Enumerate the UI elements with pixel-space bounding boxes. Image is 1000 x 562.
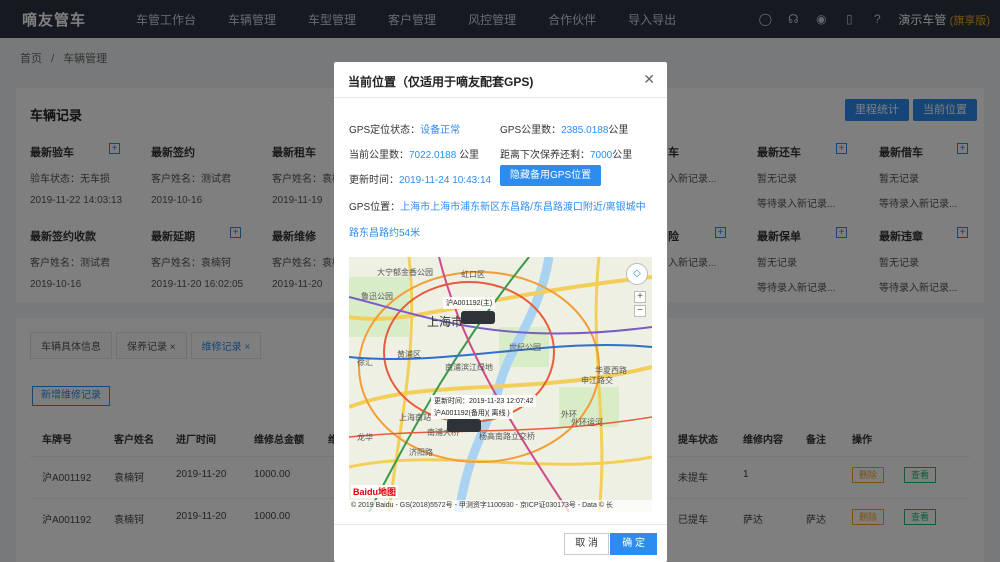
map-poi: 黄浦区: [397, 350, 421, 359]
gps-address: GPS位置：上海市上海市浦东新区东昌路/东昌路渡口附近/离银城中路东昌路约54米: [349, 195, 654, 247]
cancel-button[interactable]: 取 消: [564, 533, 609, 555]
current-mileage-label: 当前公里数：: [349, 150, 409, 161]
map-poi: 大宁郁金香公园: [377, 268, 433, 277]
vehicle-backup-label: 沪A001192(备用)( 离线 ): [431, 407, 513, 419]
update-time: 更新时间：2019-11-24 10:43:14: [349, 171, 491, 186]
zoom-out-icon[interactable]: −: [634, 305, 646, 317]
map-poi: 上海南站: [399, 413, 431, 422]
modal-title: 当前位置（仅适用于嘀友配套GPS): [334, 62, 667, 98]
confirm-button[interactable]: 确 定: [610, 533, 657, 555]
vehicle-backup-time: 更新时间：2019-11-23 12:07:42: [431, 395, 537, 407]
map-poi: 外环运河: [571, 418, 603, 427]
close-icon[interactable]: ✕: [643, 71, 655, 88]
next-service-value: 7000: [590, 150, 613, 161]
map-city-label: 上海市: [427, 315, 464, 329]
map-poi: 南浦滨江绿地: [445, 363, 493, 372]
gps-address-label: GPS位置：: [349, 202, 401, 213]
km-unit: 公里: [459, 150, 480, 161]
map-copyright: © 2019 Baidu - GS(2018)5572号 - 甲测资字11009…: [349, 500, 652, 512]
gps-status-value: 设备正常: [420, 125, 461, 136]
gps-mileage: GPS公里数：2385.0188公里: [500, 121, 628, 136]
baidu-map-logo: Baidu地图: [351, 485, 399, 498]
gps-status: GPS定位状态：设备正常: [349, 121, 460, 136]
hide-backup-gps-button[interactable]: 隐藏备用GPS位置: [500, 165, 602, 186]
zoom-in-icon[interactable]: +: [634, 291, 646, 303]
modal-footer: 取 消 确 定: [334, 524, 667, 562]
map-poi: 龙华: [357, 433, 373, 442]
map-poi: 鲁迅公园: [361, 292, 393, 301]
vehicle-main-label: 沪A001192(主): [443, 297, 496, 309]
gps-mileage-value: 2385.0188: [561, 125, 609, 136]
map-poi: 申江路交: [581, 376, 613, 385]
current-mileage: 当前公里数：7022.0188 公里: [349, 146, 479, 161]
update-time-value: 2019-11-24 10:43:14: [399, 175, 492, 186]
map-poi: 济阳路: [409, 448, 433, 457]
update-time-label: 更新时间：: [349, 175, 399, 186]
map-poi: 徐汇: [357, 358, 373, 367]
km-unit: 公里: [612, 150, 633, 161]
location-modal: 当前位置（仅适用于嘀友配套GPS) ✕ GPS定位状态：设备正常 GPS公里数：…: [334, 62, 667, 562]
gps-mileage-label: GPS公里数：: [500, 125, 562, 136]
current-mileage-value: 7022.0188: [409, 150, 457, 161]
map-view[interactable]: 上海市 大宁郁金香公园 虹口区 鲁迅公园 黄浦区 世纪公园 南浦滨江绿地 华夏西…: [349, 257, 652, 512]
compass-icon[interactable]: ◇: [626, 263, 648, 285]
next-service-label: 距离下次保养还剩：: [500, 150, 590, 161]
map-poi: 杨高南路立交桥: [479, 432, 535, 441]
car-icon[interactable]: [447, 419, 481, 432]
map-poi: 虹口区: [461, 270, 485, 279]
car-icon[interactable]: [461, 311, 495, 324]
km-unit: 公里: [608, 125, 629, 136]
gps-status-label: GPS定位状态：: [349, 125, 421, 136]
map-poi: 世纪公园: [509, 343, 541, 352]
next-service: 距离下次保养还剩：7000公里: [500, 146, 632, 161]
